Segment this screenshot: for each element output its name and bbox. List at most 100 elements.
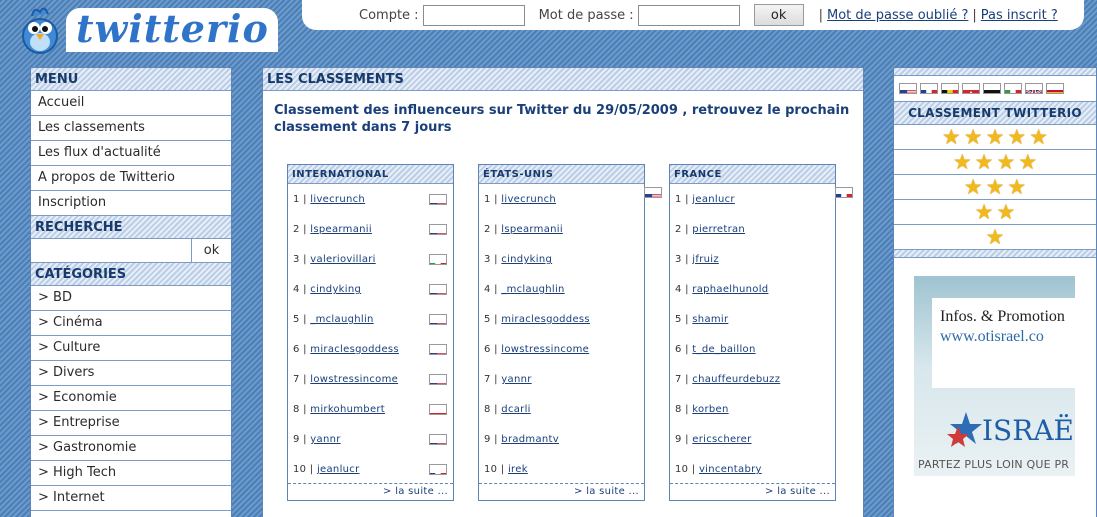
category-item[interactable]: > Gastronomie: [31, 436, 231, 461]
star-level-row[interactable]: ★: [894, 225, 1096, 250]
ranking-user-link[interactable]: bradmantv: [501, 434, 559, 445]
ranking-user-link[interactable]: livecrunch: [310, 194, 365, 205]
stripe-divider: [894, 68, 1096, 76]
ranking-user-link[interactable]: valeriovillari: [310, 254, 375, 265]
ranking-user-link[interactable]: lspearmanii: [310, 224, 372, 235]
language-flag-de-icon[interactable]: [983, 83, 1001, 94]
language-flag-it-icon[interactable]: [1004, 83, 1022, 94]
search-ok-button[interactable]: ok: [192, 239, 231, 262]
login-ok-button[interactable]: ok: [753, 4, 804, 26]
category-item[interactable]: > Entreprise: [31, 411, 231, 436]
ranking-user-link[interactable]: cindyking: [310, 284, 361, 295]
menu-item[interactable]: Les flux d'actualité: [31, 141, 231, 166]
category-item[interactable]: > Culture: [31, 336, 231, 361]
rank-number: 5 |: [293, 314, 307, 325]
ranking-user-link[interactable]: ericscherer: [692, 434, 751, 445]
logo-text: twitterio: [76, 6, 269, 51]
rank-number: 1 |: [293, 194, 307, 205]
rank-number: 6 |: [484, 344, 498, 355]
flag-us-icon: [644, 187, 662, 198]
search-input[interactable]: [31, 239, 192, 262]
ranking-row: 4 | cindyking: [288, 275, 453, 305]
category-item[interactable]: > High Tech: [31, 461, 231, 486]
ranking-user-link[interactable]: lowstressincome: [310, 374, 398, 385]
ranking-user-link[interactable]: jeanlucr: [692, 194, 735, 205]
see-more-link[interactable]: > la suite ...: [670, 483, 835, 500]
ranking-row: 3 | valeriovillari: [288, 245, 453, 275]
separator: |: [972, 7, 977, 23]
menu-item[interactable]: Inscription: [31, 191, 231, 216]
rank-number: 8 |: [293, 404, 307, 415]
ranking-user-link[interactable]: t_de_baillon: [692, 344, 755, 355]
advertisement-banner[interactable]: Infos. & Promotion www.otisrael.co ISRAË…: [914, 276, 1075, 476]
ranking-user-link[interactable]: chauffeurdebuzz: [692, 374, 780, 385]
language-flag-ch-icon[interactable]: [962, 83, 980, 94]
flag-us-icon: [429, 344, 447, 355]
ranking-user-link[interactable]: korben: [692, 404, 728, 415]
account-input[interactable]: [422, 4, 525, 26]
language-flag-fr-icon[interactable]: [920, 83, 938, 94]
search-row: ok: [31, 239, 231, 263]
star-level-row[interactable]: ★ ★ ★ ★ ★: [894, 125, 1096, 150]
ranking-user-link[interactable]: jfruiz: [692, 254, 719, 265]
site-logo[interactable]: twitterio: [0, 0, 280, 58]
register-link[interactable]: Pas inscrit ?: [981, 8, 1058, 23]
ranking-box-title: ÉTATS-UNIS: [479, 165, 644, 184]
ranking-user-link[interactable]: miraclesgoddess: [310, 344, 399, 355]
menu-item[interactable]: A propos de Twitterio: [31, 166, 231, 191]
ranking-user-link[interactable]: _mclaughlin: [310, 314, 373, 325]
star-level-row[interactable]: ★ ★ ★: [894, 175, 1096, 200]
ad-url: www.otisrael.co: [940, 328, 1044, 345]
see-more-link[interactable]: > la suite ...: [479, 483, 644, 500]
category-item[interactable]: > Economie: [31, 386, 231, 411]
ranking-user-link[interactable]: mirkohumbert: [310, 404, 385, 415]
menu-item[interactable]: Les classements: [31, 116, 231, 141]
ranking-user-link[interactable]: irek: [508, 464, 528, 475]
ranking-box: FRANCE 1 | jeanlucr 2 | pierretran 3 | jfru…: [669, 164, 853, 501]
ranking-user-link[interactable]: lowstressincome: [501, 344, 589, 355]
category-item[interactable]: > Divers: [31, 361, 231, 386]
flag-us-icon: [429, 314, 447, 325]
ranking-user-link[interactable]: shamir: [692, 314, 728, 325]
language-flag-gb-icon[interactable]: [1025, 83, 1043, 94]
ranking-user-link[interactable]: _mclaughlin: [501, 284, 564, 295]
ranking-row: 6 | miraclesgoddess: [288, 335, 453, 365]
ranking-user-link[interactable]: cindyking: [501, 254, 552, 265]
ranking-box-title: FRANCE: [670, 165, 835, 184]
rankings-intro: Classement des influenceurs sur Twitter …: [274, 103, 850, 135]
rank-number: 10 |: [293, 464, 314, 475]
star-level-row[interactable]: ★ ★ ★ ★: [894, 150, 1096, 175]
star-icon: ★: [996, 199, 1016, 224]
rank-number: 8 |: [675, 404, 689, 415]
category-item[interactable]: > Cinéma: [31, 311, 231, 336]
ranking-user-link[interactable]: yannr: [501, 374, 531, 385]
ranking-user-link[interactable]: jeanlucr: [317, 464, 360, 475]
ranking-box-title: INTERNATIONAL: [288, 165, 453, 184]
ranking-row: 5 | _mclaughlin: [288, 305, 453, 335]
star-level-row[interactable]: ★ ★: [894, 200, 1096, 225]
category-item[interactable]: > BD: [31, 286, 231, 311]
password-input[interactable]: [637, 4, 740, 26]
ranking-user-link[interactable]: raphaelhunold: [692, 284, 768, 295]
category-item[interactable]: > Internet: [31, 486, 231, 511]
menu-item[interactable]: Accueil: [31, 91, 231, 116]
ranking-user-link[interactable]: miraclesgoddess: [501, 314, 590, 325]
rank-number: 1 |: [675, 194, 689, 205]
ranking-user-link[interactable]: pierretran: [692, 224, 745, 235]
ranking-user-link[interactable]: lspearmanii: [501, 224, 563, 235]
see-more-link[interactable]: > la suite ...: [288, 483, 453, 500]
forgot-password-link[interactable]: Mot de passe oublié ?: [827, 8, 968, 23]
rankings-title: LES CLASSEMENTS: [263, 68, 863, 91]
ranking-user-link[interactable]: dcarli: [501, 404, 530, 415]
rankings-panel: LES CLASSEMENTS Classement des influence…: [262, 67, 864, 517]
language-flag-be-icon[interactable]: [941, 83, 959, 94]
ranking-user-link[interactable]: yannr: [310, 434, 340, 445]
language-flag-es-icon[interactable]: [1046, 83, 1064, 94]
flag-ch-icon: [429, 404, 447, 415]
star-icon: ★: [952, 149, 972, 174]
language-flag-us-icon[interactable]: [899, 83, 917, 94]
ranking-user-link[interactable]: livecrunch: [501, 194, 556, 205]
stripe-divider: [894, 250, 1096, 258]
ranking-user-link[interactable]: vincentabry: [699, 464, 762, 475]
star-icon: ★: [1029, 124, 1049, 149]
